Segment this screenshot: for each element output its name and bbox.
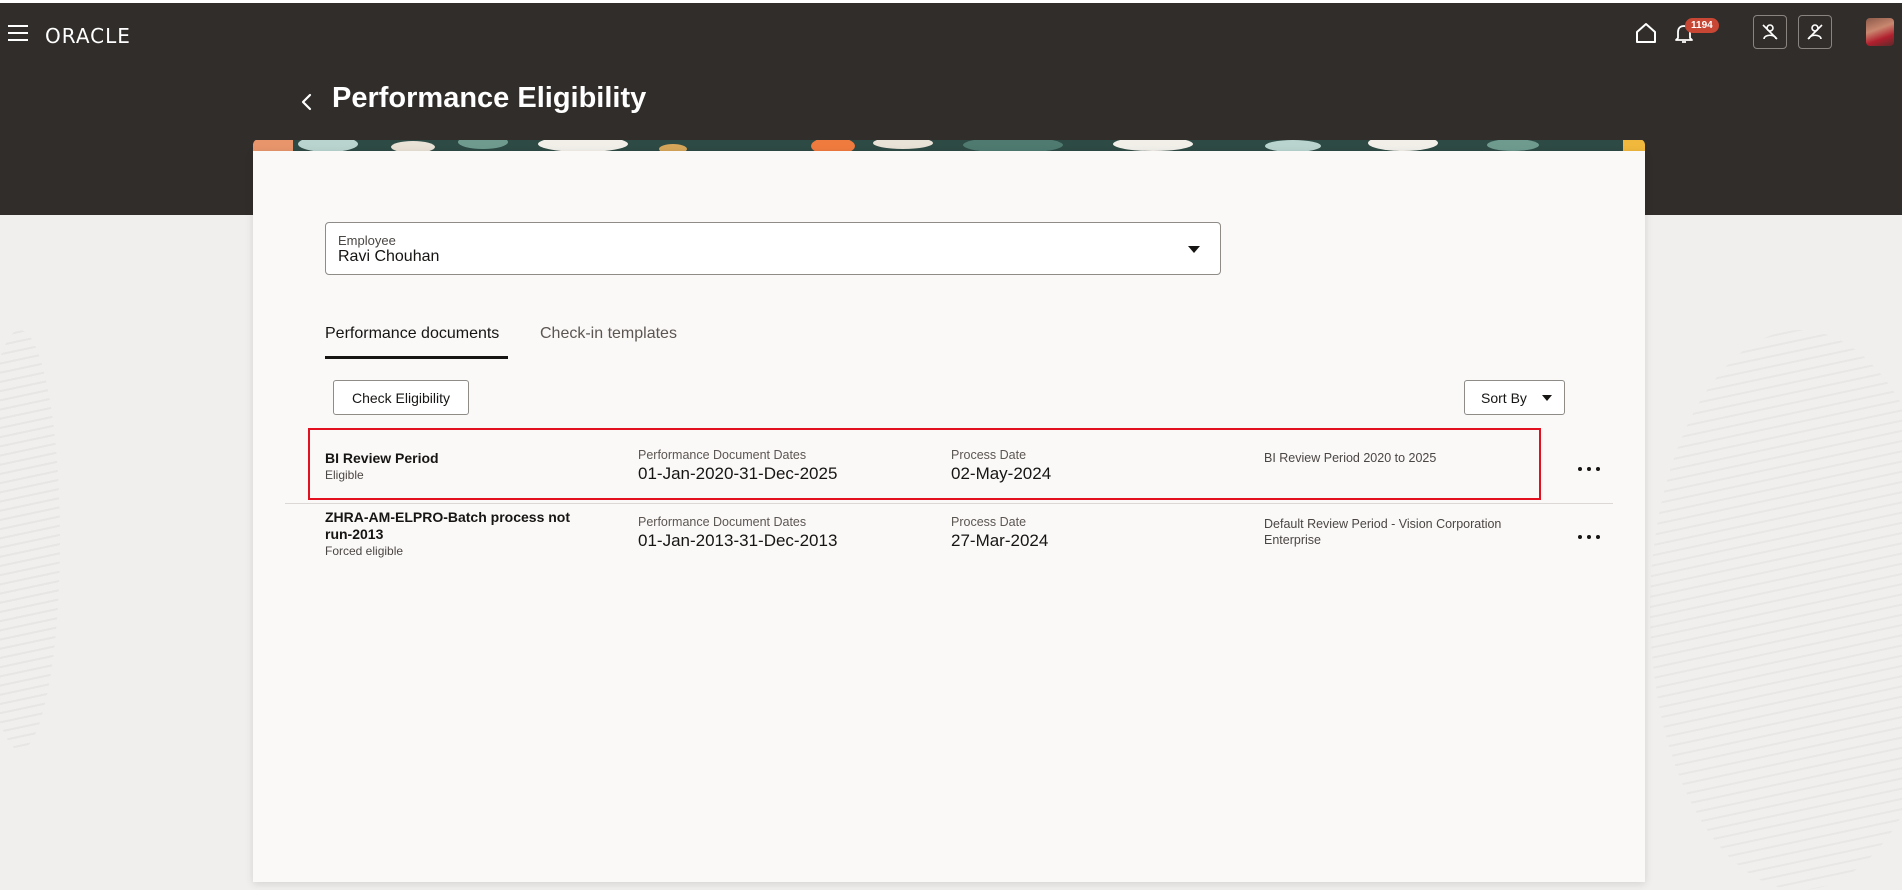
home-icon[interactable] xyxy=(1634,21,1658,45)
review-period: Default Review Period - Vision Corporati… xyxy=(1264,517,1502,547)
employee-value: Ravi Chouhan xyxy=(338,248,440,265)
decorative-banner xyxy=(253,139,1645,151)
page-title: Performance Eligibility xyxy=(332,82,647,114)
menu-icon[interactable] xyxy=(8,25,28,41)
background-pattern-right xyxy=(1650,330,1902,890)
document-dates: 01-Jan-2013-31-Dec-2013 xyxy=(638,531,838,550)
process-date: 27-Mar-2024 xyxy=(951,531,1049,550)
list-item[interactable]: BI Review Period Eligible Performance Do… xyxy=(285,428,1613,502)
process-date-label: Process Date xyxy=(951,515,1027,529)
process-date: 02-May-2024 xyxy=(951,464,1052,483)
back-arrow-icon[interactable] xyxy=(298,90,316,114)
document-dates-label: Performance Document Dates xyxy=(638,515,807,529)
more-options-icon[interactable] xyxy=(1578,467,1600,473)
process-date-label: Process Date xyxy=(951,448,1027,462)
list-item[interactable]: ZHRA-AM-ELPRO-Batch process not run-2013… xyxy=(285,504,1613,570)
tab-check-in-templates[interactable]: Check-in templates xyxy=(540,325,677,343)
person-off-icon[interactable] xyxy=(1798,15,1832,49)
document-name: BI Review Period xyxy=(325,450,439,466)
document-name: ZHRA-AM-ELPRO-Batch process not run-2013 xyxy=(325,509,571,542)
sort-by-button[interactable]: Sort By xyxy=(1464,380,1565,415)
eligibility-status: Forced eligible xyxy=(325,544,404,558)
eligibility-status: Eligible xyxy=(325,468,364,482)
person-assist-icon[interactable] xyxy=(1753,15,1787,49)
employee-label: Employee xyxy=(338,233,396,248)
more-options-icon[interactable] xyxy=(1578,535,1600,541)
background-pattern-left xyxy=(0,330,60,750)
oracle-logo[interactable]: ORACLE xyxy=(45,24,131,48)
chevron-down-icon xyxy=(1542,395,1552,401)
sort-by-label: Sort By xyxy=(1481,389,1527,406)
employee-select[interactable]: Employee Ravi Chouhan xyxy=(325,222,1221,275)
document-dates: 01-Jan-2020-31-Dec-2025 xyxy=(638,464,838,483)
user-avatar[interactable] xyxy=(1866,18,1894,46)
tab-performance-documents[interactable]: Performance documents xyxy=(325,325,499,343)
review-period: BI Review Period 2020 to 2025 xyxy=(1264,451,1437,465)
chevron-down-icon[interactable] xyxy=(1188,246,1200,253)
notification-badge: 1194 xyxy=(1685,18,1719,33)
check-eligibility-button[interactable]: Check Eligibility xyxy=(333,380,469,415)
document-dates-label: Performance Document Dates xyxy=(638,448,807,462)
active-tab-indicator xyxy=(325,356,508,359)
